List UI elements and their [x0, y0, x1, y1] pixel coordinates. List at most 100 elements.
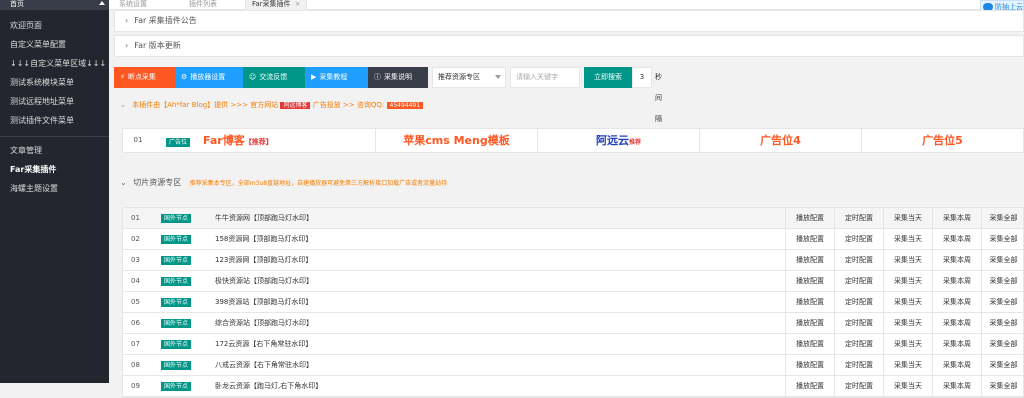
resource-zone-select[interactable]: 推荐资源专区: [432, 67, 506, 88]
resume-collect-button[interactable]: ⚡ 断点采集: [114, 67, 175, 88]
schedule-config-button[interactable]: 定时配置: [834, 292, 883, 312]
ad-slot-3[interactable]: 阿远云推荐: [538, 129, 700, 152]
collapse-announce[interactable]: › Far 采集插件公告: [114, 10, 1024, 32]
row-index: 04: [131, 277, 140, 285]
sidebar-item-articles[interactable]: 文章管理: [0, 141, 109, 160]
schedule-config-button[interactable]: 定时配置: [834, 208, 883, 228]
collect-all-button[interactable]: 采集全部: [981, 313, 1024, 333]
collect-today-button[interactable]: 采集当天: [883, 229, 932, 249]
sidebar-item-custom-area[interactable]: ↓↓↓自定义菜单区域↓↓↓: [0, 54, 109, 73]
schedule-config-button[interactable]: 定时配置: [834, 250, 883, 270]
collect-week-button[interactable]: 采集本周: [932, 355, 981, 375]
player-settings-button[interactable]: ⚙ 播放器设置: [175, 67, 243, 88]
collect-week-button[interactable]: 采集本周: [932, 271, 981, 291]
collect-today-button[interactable]: 采集当天: [883, 292, 932, 312]
sidebar-item-welcome[interactable]: 欢迎页面: [0, 16, 109, 35]
collect-today-button[interactable]: 采集当天: [883, 250, 932, 270]
resource-table: 01 国外节点 牛牛资源网【顶部跑马灯水印】 播放配置 定时配置 采集当天 采集本周 采集全部…: [122, 207, 1024, 398]
schedule-config-button[interactable]: 定时配置: [834, 334, 883, 354]
qq-badge[interactable]: 45494491: [386, 102, 424, 109]
site-link[interactable]: 阿远博客: [280, 102, 311, 109]
collect-today-button[interactable]: 采集当天: [883, 376, 932, 396]
collect-week-button[interactable]: 采集本周: [932, 250, 981, 270]
collect-all-button[interactable]: 采集全部: [981, 292, 1024, 312]
feedback-button[interactable]: ☺ 交流反馈: [243, 67, 305, 88]
tab-label: 系统设置: [119, 0, 147, 8]
resource-name: 398资源站【顶部跑马灯水印】: [215, 298, 313, 306]
chevron-down-icon: ⌄: [120, 101, 126, 109]
collect-week-button[interactable]: 采集本周: [932, 313, 981, 333]
schedule-config-button[interactable]: 定时配置: [834, 355, 883, 375]
collect-week-button[interactable]: 采集本周: [932, 208, 981, 228]
collect-today-button[interactable]: 采集当天: [883, 355, 932, 375]
region-badge: 国外节点: [161, 319, 192, 328]
interval-input[interactable]: 3: [632, 67, 652, 88]
collect-today-button[interactable]: 采集当天: [883, 208, 932, 228]
schedule-config-button[interactable]: 定时配置: [834, 271, 883, 291]
ad-slot-1-main: Far博客: [203, 134, 245, 147]
tab-system-settings[interactable]: 系统设置: [113, 0, 153, 10]
row-index: 05: [131, 298, 140, 306]
collect-week-button[interactable]: 采集本周: [932, 334, 981, 354]
tab-far-plugin[interactable]: Far采集插件 ×: [245, 0, 308, 10]
section-header[interactable]: ⌄ 切片资源专区 推荐采集本专区，全部m3u8直链地址，自建播放器可避免第三方解…: [114, 174, 1024, 192]
main-content: › Far 采集插件公告 › Far 版本更新 ⚡ 断点采集 ⚙ 播放器设置 ☺ 交流反馈…: [109, 10, 1024, 398]
ad-slot-1[interactable]: Far博客【推荐】: [203, 129, 376, 152]
region-badge: 国外节点: [161, 340, 192, 349]
tutorial-button[interactable]: ▶ 采集教程: [305, 67, 368, 88]
ad-slot-4[interactable]: 广告位4: [700, 129, 862, 152]
resource-name: 综合资源站【顶部跑马灯水印】: [215, 319, 313, 327]
sidebar-item-test-remote[interactable]: 测试远程地址菜单: [0, 92, 109, 111]
collect-all-button[interactable]: 采集全部: [981, 334, 1024, 354]
table-row: 01 国外节点 牛牛资源网【顶部跑马灯水印】 播放配置 定时配置 采集当天 采集本周 采集全部: [123, 208, 1023, 229]
collect-today-button[interactable]: 采集当天: [883, 313, 932, 333]
collect-today-button[interactable]: 采集当天: [883, 334, 932, 354]
schedule-config-button[interactable]: 定时配置: [834, 229, 883, 249]
play-config-button[interactable]: 播放配置: [785, 208, 834, 228]
sidebar-top[interactable]: 首页: [0, 0, 109, 10]
feedback-label: 交流反馈: [259, 73, 288, 81]
ad-slot-5[interactable]: 广告位5: [862, 129, 1023, 152]
ad-slot-3-main: 阿远云: [595, 134, 629, 147]
play-config-button[interactable]: 播放配置: [785, 334, 834, 354]
ad-slot-3-sub: 推荐: [628, 139, 641, 146]
resume-collect-label: 断点采集: [127, 73, 156, 81]
collect-all-button[interactable]: 采集全部: [981, 208, 1024, 228]
resource-name: 123资源网【顶部跑马灯水印】: [215, 256, 313, 264]
play-config-button[interactable]: 播放配置: [785, 229, 834, 249]
collect-all-button[interactable]: 采集全部: [981, 271, 1024, 291]
play-config-button[interactable]: 播放配置: [785, 355, 834, 375]
collect-today-button[interactable]: 采集当天: [883, 271, 932, 291]
collect-all-button[interactable]: 采集全部: [981, 250, 1024, 270]
search-button[interactable]: 立即搜索: [584, 67, 632, 88]
collect-week-button[interactable]: 采集本周: [932, 229, 981, 249]
table-row: 04 国外节点 极快资源站【顶部跑马灯水印】 播放配置 定时配置 采集当天 采集本周 采集全部: [123, 271, 1023, 292]
tutorial-label: 采集教程: [319, 73, 348, 81]
resource-name: 卧龙云资源【跑马灯,右下角水印】: [215, 382, 323, 390]
play-config-button[interactable]: 播放配置: [785, 250, 834, 270]
collect-week-button[interactable]: 采集本周: [932, 376, 981, 396]
schedule-config-button[interactable]: 定时配置: [834, 376, 883, 396]
sidebar-item-test-plugin[interactable]: 测试插件文件菜单: [0, 111, 109, 130]
sidebar-item-far-plugin[interactable]: Far采集插件: [0, 160, 109, 179]
collapse-update[interactable]: › Far 版本更新: [114, 35, 1024, 57]
ad-slot-5-main: 广告位5: [922, 134, 963, 147]
play-config-button[interactable]: 播放配置: [785, 376, 834, 396]
play-config-button[interactable]: 播放配置: [785, 313, 834, 333]
collect-week-button[interactable]: 采集本周: [932, 292, 981, 312]
resource-name: 158资源网【顶部跑马灯水印】: [215, 235, 313, 243]
play-config-button[interactable]: 播放配置: [785, 271, 834, 291]
collect-all-button[interactable]: 采集全部: [981, 376, 1024, 396]
ad-slot-2[interactable]: 苹果cms Meng模板: [376, 129, 538, 152]
play-config-button[interactable]: 播放配置: [785, 292, 834, 312]
sidebar-item-theme[interactable]: 海螺主题设置: [0, 179, 109, 198]
collect-all-button[interactable]: 采集全部: [981, 229, 1024, 249]
schedule-config-button[interactable]: 定时配置: [834, 313, 883, 333]
sidebar-item-test-system[interactable]: 测试系统模块菜单: [0, 73, 109, 92]
sidebar-item-custom-menu[interactable]: 自定义菜单配置: [0, 35, 109, 54]
instructions-button[interactable]: ⓘ 采集说明: [368, 67, 428, 88]
search-input[interactable]: 请输入关键字: [510, 67, 580, 88]
tab-plugin-list[interactable]: 插件列表: [183, 0, 223, 10]
collect-all-button[interactable]: 采集全部: [981, 355, 1024, 375]
close-icon[interactable]: ×: [295, 0, 301, 8]
